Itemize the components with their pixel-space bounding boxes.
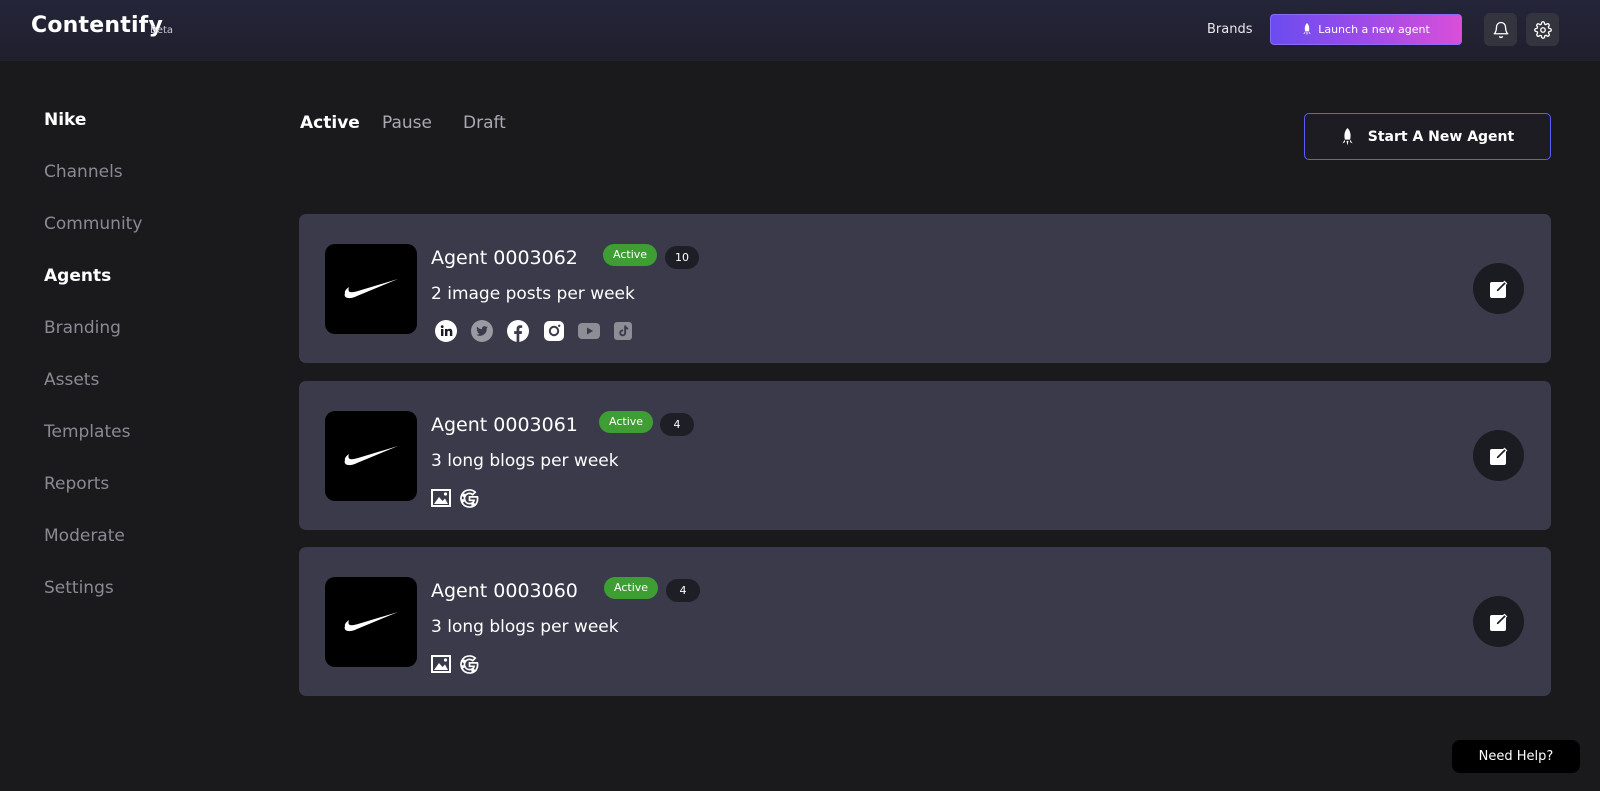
- nike-swoosh-icon: [344, 279, 398, 299]
- need-help-button[interactable]: Need Help?: [1452, 740, 1580, 773]
- nike-logo: [325, 577, 417, 667]
- edit-icon: [1489, 613, 1507, 631]
- sidebar-item-branding[interactable]: Branding: [44, 318, 121, 338]
- instagram-icon[interactable]: [544, 321, 564, 341]
- sidebar-item-reports[interactable]: Reports: [44, 474, 109, 494]
- status-badge: Active: [603, 244, 658, 266]
- nike-logo: [325, 244, 417, 334]
- status-badge: Active: [604, 577, 659, 599]
- brands-link[interactable]: Brands: [1207, 22, 1253, 37]
- sidebar-brand-name[interactable]: Nike: [44, 110, 86, 130]
- sidebar-item-agents[interactable]: Agents: [44, 266, 111, 286]
- count-badge: 4: [660, 413, 694, 436]
- tab-active[interactable]: Active: [300, 113, 360, 133]
- agent-name: Agent 0003062: [431, 247, 578, 269]
- top-header: Contentify Beta Brands Launch a new agen…: [0, 0, 1600, 61]
- nike-swoosh-icon: [344, 446, 398, 466]
- youtube-icon[interactable]: [578, 323, 600, 339]
- agent-schedule: 2 image posts per week: [431, 284, 635, 304]
- agent-card[interactable]: Agent 0003062 Active 10 2 image posts pe…: [299, 214, 1551, 363]
- edit-agent-button[interactable]: [1473, 596, 1524, 647]
- sidebar-item-channels[interactable]: Channels: [44, 162, 123, 182]
- agent-card[interactable]: Agent 0003061 Active 4 3 long blogs per …: [299, 381, 1551, 530]
- tiktok-icon[interactable]: [614, 322, 632, 340]
- beta-label: Beta: [150, 25, 174, 36]
- bell-icon: [1493, 21, 1508, 38]
- google-icon[interactable]: [460, 654, 479, 674]
- start-new-agent-button[interactable]: Start A New Agent: [1304, 113, 1551, 160]
- nike-logo: [325, 411, 417, 501]
- agent-card[interactable]: Agent 0003060 Active 4 3 long blogs per …: [299, 547, 1551, 696]
- twitter-icon[interactable]: [471, 320, 493, 342]
- agent-name: Agent 0003061: [431, 414, 578, 436]
- agent-schedule: 3 long blogs per week: [431, 451, 619, 471]
- image-icon[interactable]: [431, 655, 451, 673]
- rocket-icon: [1342, 127, 1353, 145]
- count-badge: 4: [666, 579, 700, 602]
- edit-agent-button[interactable]: [1473, 430, 1524, 481]
- agent-name: Agent 0003060: [431, 580, 578, 602]
- channel-list: [431, 487, 479, 509]
- status-badge: Active: [599, 411, 654, 433]
- google-icon[interactable]: [460, 488, 479, 508]
- launch-agent-button[interactable]: Launch a new agent: [1270, 14, 1462, 45]
- notifications-button[interactable]: [1484, 13, 1517, 46]
- image-icon[interactable]: [431, 489, 451, 507]
- settings-button[interactable]: [1526, 13, 1559, 46]
- app-logo[interactable]: Contentify: [31, 13, 163, 38]
- sidebar-item-moderate[interactable]: Moderate: [44, 526, 125, 546]
- agent-schedule: 3 long blogs per week: [431, 617, 619, 637]
- edit-agent-button[interactable]: [1473, 263, 1524, 314]
- facebook-icon[interactable]: [507, 320, 529, 342]
- sidebar-item-templates[interactable]: Templates: [44, 422, 130, 442]
- edit-icon: [1489, 447, 1507, 465]
- nike-swoosh-icon: [344, 612, 398, 632]
- edit-icon: [1489, 280, 1507, 298]
- sidebar-item-settings[interactable]: Settings: [44, 578, 114, 598]
- tab-pause[interactable]: Pause: [382, 113, 432, 133]
- tab-draft[interactable]: Draft: [463, 113, 506, 133]
- linkedin-icon[interactable]: [435, 320, 457, 342]
- start-new-agent-label: Start A New Agent: [1367, 128, 1515, 145]
- count-badge: 10: [665, 246, 699, 269]
- rocket-icon: [1303, 23, 1311, 36]
- sidebar-item-assets[interactable]: Assets: [44, 370, 99, 390]
- gear-icon: [1533, 20, 1552, 39]
- launch-agent-label: Launch a new agent: [1318, 23, 1430, 36]
- channel-list: [431, 653, 479, 675]
- channel-list: [431, 320, 632, 342]
- sidebar-item-community[interactable]: Community: [44, 214, 142, 234]
